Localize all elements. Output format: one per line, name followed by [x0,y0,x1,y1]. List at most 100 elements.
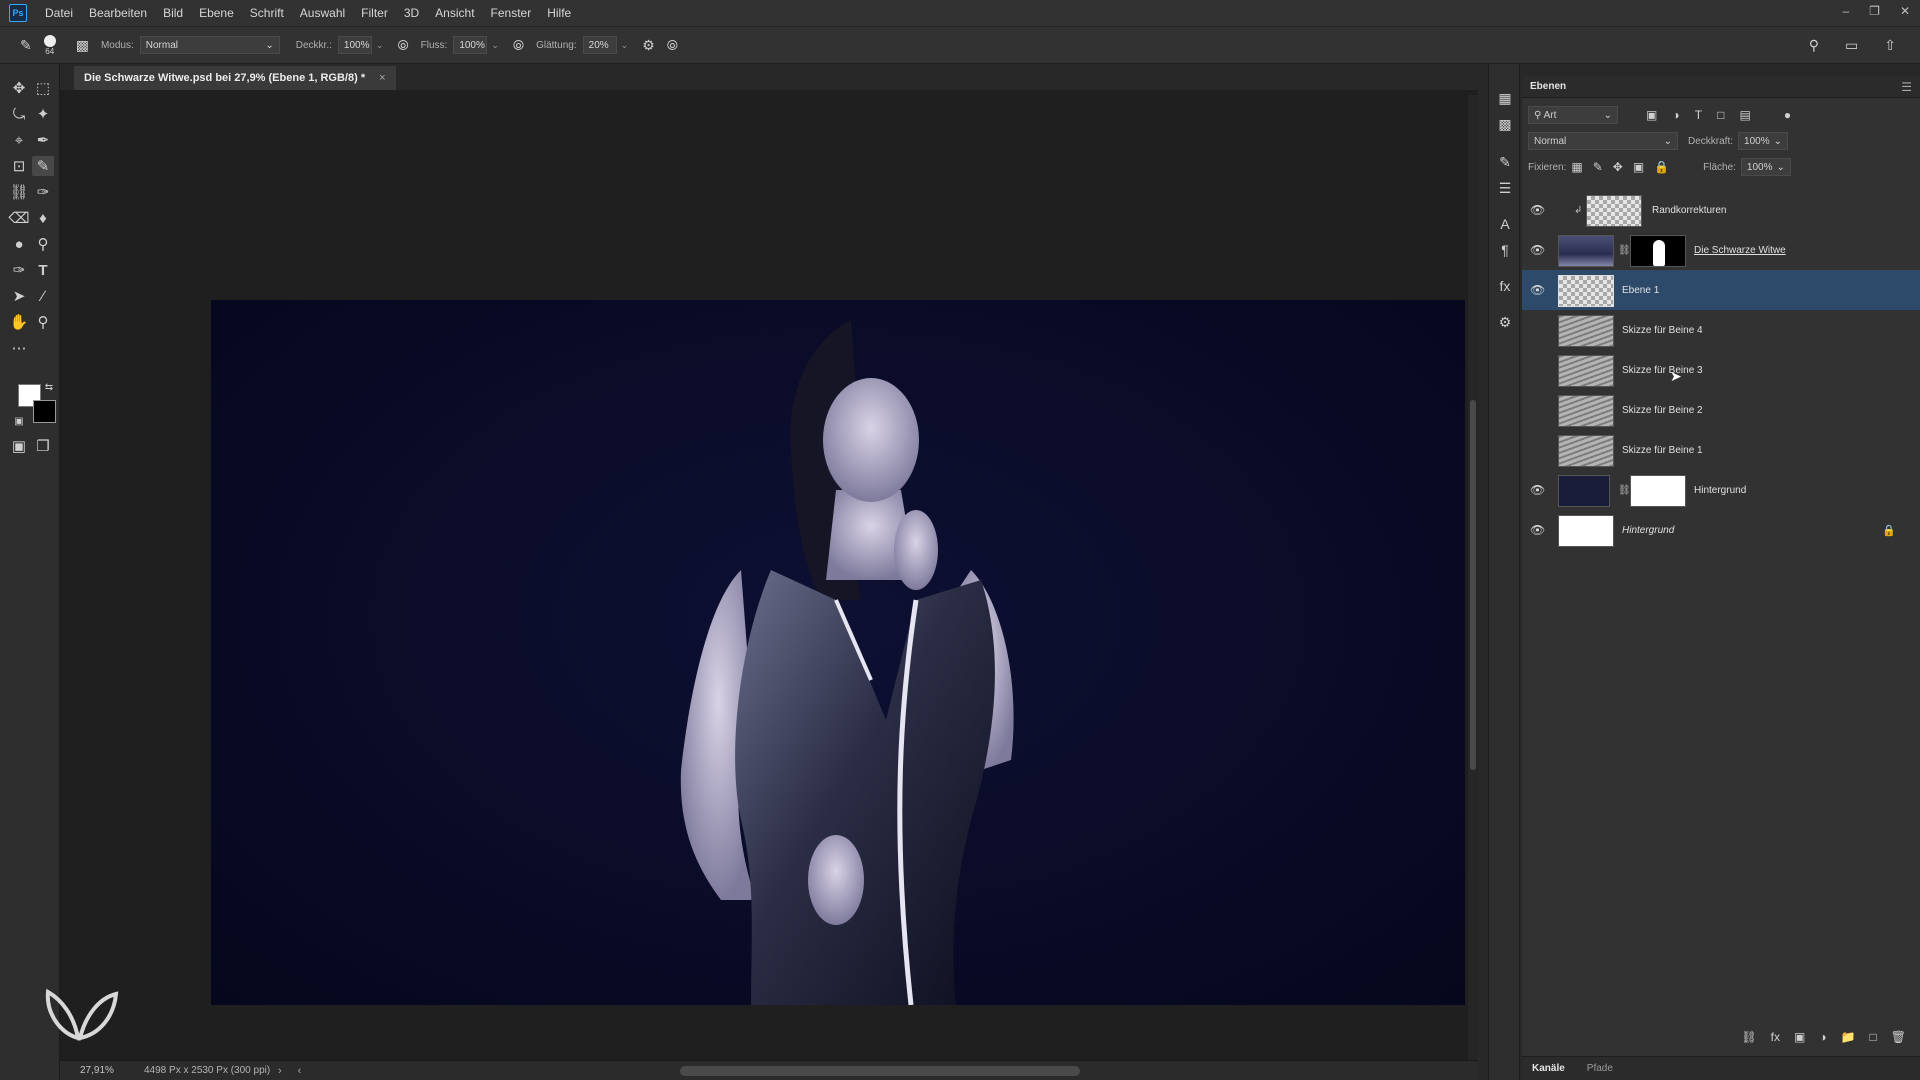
lock-icon[interactable]: 🔒 [1882,524,1896,537]
layers-comp-icon[interactable]: ▦ [1494,88,1516,108]
smart-object-filter-icon[interactable]: ▤ [1739,108,1750,122]
eye-icon[interactable]: 👁 [1530,483,1545,497]
filter-toggle-icon[interactable]: ● [1784,108,1791,122]
layer-mask-thumbnail[interactable] [1630,235,1686,267]
pressure-opacity-icon[interactable]: ⦾ [397,37,408,54]
eye-hidden-icon[interactable]: □ [1530,363,1544,377]
brushes-icon[interactable]: ✎ [1494,152,1516,172]
link-layers-icon[interactable]: ⛓ [1741,1030,1756,1044]
marquee-icon[interactable]: ⬚ [32,78,54,98]
menu-bearbeiten[interactable]: Bearbeiten [89,6,147,20]
panel-menu-icon[interactable]: ☰ [1901,80,1912,94]
opacity-input[interactable]: 100% [337,36,372,54]
styles-icon[interactable]: fx [1494,276,1516,296]
menu-filter[interactable]: Filter [361,6,388,20]
document-tab[interactable]: Die Schwarze Witwe.psd bei 27,9% (Ebene … [74,66,396,90]
layer-row[interactable]: □ Skizze für Beine 3 [1522,350,1920,390]
more-icon[interactable]: ⋯ [8,338,30,358]
eraser-icon[interactable]: ⌫ [8,208,30,228]
quick-mask-icon[interactable]: ▣ [8,436,30,456]
zoom-icon[interactable]: ⚲ [32,312,54,332]
default-colors-icon[interactable]: ▣ [12,414,26,428]
layer-opacity-input[interactable]: 100% ⌄ [1738,132,1789,150]
workspace-icon[interactable]: ▭ [1845,37,1858,54]
layer-row[interactable]: □ Skizze für Beine 1 [1522,430,1920,470]
history-brush-icon[interactable]: ✑ [32,182,54,202]
tab-kanaele[interactable]: Kanäle [1532,1063,1565,1074]
brush-settings-icon[interactable]: ▩ [76,37,89,54]
tab-ebenen[interactable]: Ebenen [1530,81,1566,92]
properties-icon[interactable]: ⚙ [1494,312,1516,332]
filter-select[interactable]: ⚲ Art ⌄ [1528,106,1618,124]
chain-link-icon[interactable]: ⛓ [1618,485,1631,496]
close-icon[interactable]: × [379,72,385,84]
menu-ansicht[interactable]: Ansicht [435,6,474,20]
paragraph-icon[interactable]: ¶ [1494,240,1516,260]
adjustment-filter-icon[interactable]: ◑ [1672,108,1679,122]
menu-auswahl[interactable]: Auswahl [300,6,345,20]
restore-icon[interactable]: ❐ [1869,4,1880,18]
fx-icon[interactable]: fx [1771,1030,1780,1044]
search-icon[interactable]: ⚲ [1809,37,1819,54]
histogram-icon[interactable]: ▩ [1494,114,1516,134]
lock-transparency-icon[interactable]: ▦ [1571,160,1582,174]
new-layer-icon[interactable]: □ [1870,1030,1877,1044]
layer-row[interactable]: 👁 ⛓ Hintergrund [1522,470,1920,510]
close-icon[interactable]: ✕ [1900,4,1910,18]
adjustment-layer-icon[interactable]: ◑ [1819,1030,1826,1044]
menu-hilfe[interactable]: Hilfe [547,6,571,20]
chevron-left-icon[interactable]: ‹ [298,1065,302,1077]
menu-schrift[interactable]: Schrift [250,6,284,20]
share-icon[interactable]: ⇧ [1884,37,1896,54]
swap-colors-icon[interactable]: ⇆ [42,380,56,394]
mode-select[interactable]: Normal ⌄ [139,36,280,54]
pressure-size-icon[interactable]: ⦾ [667,37,678,54]
layer-row-selected[interactable]: 👁 Ebene 1 [1522,270,1920,310]
eye-icon[interactable]: 👁 [1530,203,1545,217]
menu-ebene[interactable]: Ebene [199,6,234,20]
frame-icon[interactable]: ⊡ [8,156,30,176]
lock-pixels-icon[interactable]: ✎ [1593,160,1603,174]
magic-wand-icon[interactable]: ✦ [32,104,54,124]
blur-icon[interactable]: ● [8,234,30,254]
layer-row[interactable]: 👁 ⛓ Die Schwarze Witwe [1522,230,1920,270]
lock-all-icon[interactable]: 🔒 [1654,160,1669,174]
bucket-icon[interactable]: ♦ [32,208,54,228]
dodge-icon[interactable]: ⚲ [32,234,54,254]
flow-input[interactable]: 100% [453,36,488,54]
lock-artboard-icon[interactable]: ▣ [1633,160,1644,174]
zoom-level[interactable]: 27,91% [60,1065,114,1076]
canvas-area[interactable] [60,90,1478,1060]
chevron-down-icon[interactable]: ⌄ [376,40,384,51]
menu-fenster[interactable]: Fenster [491,6,532,20]
path-select-icon[interactable]: ➤ [8,286,30,306]
chevron-right-icon[interactable]: › [278,1065,282,1077]
tab-pfade[interactable]: Pfade [1587,1063,1613,1074]
eyedropper-icon[interactable]: ✒ [32,130,54,150]
chevron-down-icon[interactable]: ⌄ [491,40,499,51]
pen-icon[interactable]: ✑ [8,260,30,280]
chain-link-icon[interactable]: ⛓ [1618,245,1631,256]
layer-row[interactable]: □ Skizze für Beine 4 [1522,310,1920,350]
type-filter-icon[interactable]: T [1695,108,1702,122]
gear-icon[interactable]: ⚙ [642,37,655,54]
menu-3d[interactable]: 3D [404,6,419,20]
crop-icon[interactable]: ⌖ [8,130,30,150]
character-icon[interactable]: A [1494,214,1516,234]
brush-preset-picker[interactable]: 64 [43,34,56,56]
shape-filter-icon[interactable]: □ [1717,108,1724,122]
fill-input[interactable]: 100% ⌄ [1740,158,1791,176]
group-folder-icon[interactable]: 📁 [1841,1030,1856,1044]
eye-icon[interactable]: 👁 [1530,523,1545,537]
add-mask-icon[interactable]: ▣ [1794,1030,1805,1044]
eye-icon[interactable]: 👁 [1530,243,1545,257]
lock-position-icon[interactable]: ✥ [1613,160,1623,174]
eye-hidden-icon[interactable]: □ [1530,323,1544,337]
pixel-filter-icon[interactable]: ▣ [1646,108,1657,122]
lasso-icon[interactable]: ⤿ [8,104,30,124]
move-icon[interactable]: ✥ [8,78,30,98]
brush-icon[interactable]: ✎ [32,156,54,176]
airbrush-icon[interactable]: ⦾ [513,37,524,54]
eye-hidden-icon[interactable]: □ [1530,403,1544,417]
layer-row[interactable]: □ Skizze für Beine 2 [1522,390,1920,430]
